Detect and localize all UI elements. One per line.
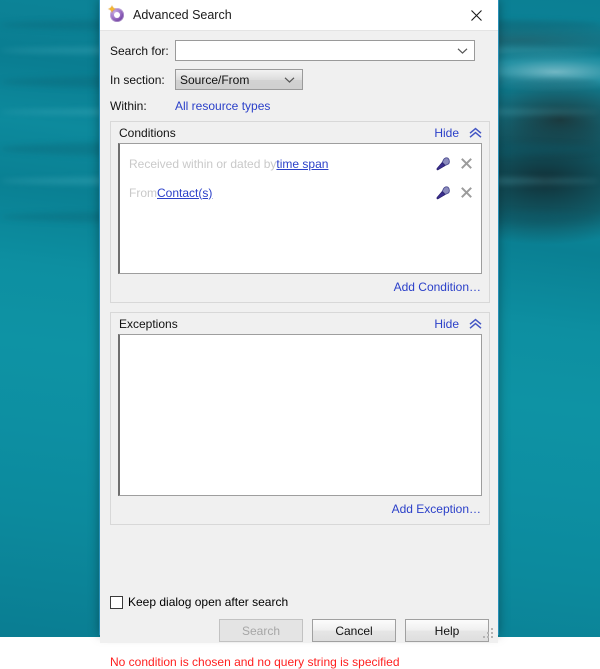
exceptions-listbox[interactable] (118, 334, 482, 496)
exceptions-hide-link[interactable]: Hide (434, 317, 459, 331)
close-icon[interactable] (460, 157, 473, 170)
keep-dialog-open-label: Keep dialog open after search (128, 595, 289, 609)
in-section-row: In section: Source/From (100, 69, 498, 90)
condition-row[interactable]: From Contact(s) (120, 178, 481, 207)
condition-value-link[interactable]: time span (276, 157, 328, 171)
advanced-search-icon: ✦ (107, 5, 126, 24)
lens-icon[interactable] (436, 185, 450, 200)
close-button[interactable] (454, 0, 498, 30)
exceptions-title: Exceptions (119, 316, 178, 331)
search-for-row: Search for: (100, 40, 498, 61)
condition-text: Received within or dated by (129, 156, 277, 171)
resize-grip[interactable] (483, 628, 495, 640)
in-section-dropdown[interactable]: Source/From (175, 69, 303, 90)
add-exception-link[interactable]: Add Exception… (392, 502, 481, 516)
keep-dialog-open-row[interactable]: Keep dialog open after search (110, 595, 288, 609)
condition-row-actions (436, 156, 473, 171)
status-message: No condition is chosen and no query stri… (110, 655, 400, 669)
close-icon (470, 9, 482, 21)
chevron-down-icon (457, 47, 468, 54)
exceptions-footer: Add Exception… (111, 496, 489, 522)
title-bar: ✦ Advanced Search (100, 0, 498, 31)
cancel-button[interactable]: Cancel (312, 619, 396, 642)
add-condition-link[interactable]: Add Condition… (394, 280, 481, 294)
condition-row-actions (436, 185, 473, 200)
search-button[interactable]: Search (219, 619, 303, 642)
close-icon[interactable] (460, 186, 473, 199)
search-for-combobox[interactable] (175, 40, 475, 61)
keep-dialog-open-checkbox[interactable] (110, 595, 123, 609)
within-label: Within: (110, 99, 147, 113)
window-title: Advanced Search (133, 8, 232, 22)
advanced-search-dialog: ✦ Advanced Search Search for: In section… (99, 0, 499, 669)
chevron-double-up-icon[interactable] (468, 318, 483, 330)
in-section-label: In section: (110, 72, 165, 87)
exceptions-group: Exceptions Hide Add Exception… (110, 312, 490, 525)
conditions-header: Conditions Hide (111, 122, 489, 143)
help-button[interactable]: Help (405, 619, 489, 642)
search-for-label: Search for: (110, 43, 169, 58)
dialog-body: Search for: In section: Source/From With… (100, 40, 498, 669)
lens-icon[interactable] (436, 156, 450, 171)
condition-value-link[interactable]: Contact(s) (157, 186, 212, 200)
dialog-button-row: Search Cancel Help (219, 619, 489, 642)
conditions-listbox[interactable]: Received within or dated by time span Fr… (118, 143, 482, 274)
in-section-value: Source/From (180, 72, 250, 87)
conditions-group: Conditions Hide Received within or dated… (110, 121, 490, 303)
conditions-footer: Add Condition… (111, 274, 489, 300)
within-row: Within: All resource types (100, 99, 498, 113)
chevron-double-up-icon[interactable] (468, 127, 483, 139)
conditions-hide-link[interactable]: Hide (434, 126, 459, 140)
exceptions-header: Exceptions Hide (111, 313, 489, 334)
condition-row[interactable]: Received within or dated by time span (120, 149, 481, 178)
chevron-down-icon (284, 76, 295, 83)
within-resource-types-link[interactable]: All resource types (175, 99, 270, 113)
condition-text: From (129, 185, 157, 200)
conditions-title: Conditions (119, 125, 176, 140)
